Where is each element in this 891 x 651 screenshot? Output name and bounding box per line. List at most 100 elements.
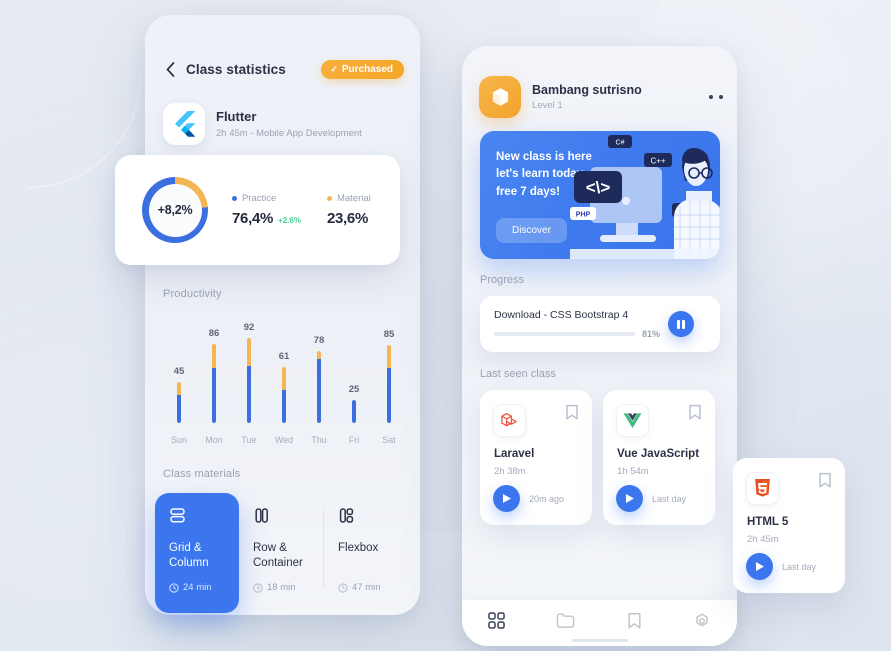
flutter-logo xyxy=(163,103,205,145)
card-bottom-row: Last day xyxy=(616,485,686,512)
class-duration: 1h 54m xyxy=(617,466,649,477)
chart-x-label: Sat xyxy=(382,435,396,445)
settings-gear-icon[interactable] xyxy=(693,612,711,635)
class-name: Vue JavaScript xyxy=(617,448,700,460)
progress-percent: 81% xyxy=(641,329,660,339)
avatar[interactable] xyxy=(479,76,521,118)
chart-bar-material xyxy=(212,343,216,368)
class-last-seen: 20m ago xyxy=(529,493,565,504)
stat-practice-label: Practice xyxy=(242,193,277,204)
material-dot-icon xyxy=(326,196,332,201)
donut-center: +8,2% xyxy=(148,183,202,237)
class-card-laravel[interactable]: Laravel 2h 38m 20m ago xyxy=(480,390,592,525)
chart-x-label: Thu xyxy=(311,435,327,445)
chart-bar-value: 85 xyxy=(383,328,395,340)
chevron-left-icon[interactable] xyxy=(162,61,178,77)
class-duration: 2h 45m xyxy=(747,534,779,545)
pause-icon[interactable] xyxy=(668,311,694,337)
chart-bar-material xyxy=(247,338,251,366)
progress-bar-row: 81% xyxy=(494,329,660,339)
bookmark-icon[interactable] xyxy=(565,404,579,426)
svg-text:PHP: PHP xyxy=(576,212,591,219)
material-name: Flexbox xyxy=(338,542,379,554)
play-icon[interactable] xyxy=(746,553,773,580)
productivity-section-title: Productivity xyxy=(163,288,222,300)
play-icon[interactable] xyxy=(616,485,643,512)
bottom-navigation xyxy=(462,600,737,646)
flex-split-icon xyxy=(338,507,396,529)
chart-bar-practice xyxy=(282,389,286,423)
card-top-row xyxy=(616,404,702,437)
chart-bar-value: 45 xyxy=(173,365,185,377)
stats-legend: Practice 76,4% +2.6% Material 23,6% xyxy=(232,193,371,227)
chart-x-label: Sun xyxy=(170,435,187,445)
card-top-row xyxy=(493,404,579,437)
chart-bar: 25 xyxy=(342,384,366,423)
bookmark-icon[interactable] xyxy=(818,472,832,494)
class-duration: 2h 38m xyxy=(494,466,526,477)
clock-icon xyxy=(253,582,263,593)
chart-x-label: Fri xyxy=(348,435,360,445)
chart-bar: 45 xyxy=(167,366,191,423)
stat-practice-value: 76,4% xyxy=(232,210,274,227)
material-card-flexbox[interactable]: Flexbox 47 min xyxy=(324,493,408,613)
material-duration: 24 min xyxy=(183,582,212,593)
status-badge-purchased[interactable]: ✓ Purchased xyxy=(321,59,404,79)
play-icon[interactable] xyxy=(493,485,520,512)
user-level: Level 1 xyxy=(532,100,563,111)
stat-practice-label-row: Practice xyxy=(232,193,301,204)
material-name: Grid & Column xyxy=(169,542,209,569)
class-card-vue[interactable]: Vue JavaScript 1h 54m Last day xyxy=(603,390,715,525)
clock-icon xyxy=(169,582,179,593)
chart-bar-stack xyxy=(352,400,356,423)
svg-text:C#: C# xyxy=(616,140,625,147)
chart-bar-practice xyxy=(177,395,181,423)
home-indicator xyxy=(571,639,628,642)
stat-material: Material 23,6% xyxy=(326,193,371,227)
folder-icon[interactable] xyxy=(556,612,575,634)
grid-icon[interactable] xyxy=(487,612,505,634)
material-card-grid-column[interactable]: Grid & Column 24 min xyxy=(155,493,239,613)
html5-logo xyxy=(746,472,779,505)
bookmark-icon[interactable] xyxy=(688,404,702,426)
chart-bar-practice xyxy=(387,367,391,423)
course-text: Flutter 2h 45m - Mobile App Development xyxy=(216,109,362,139)
laravel-logo xyxy=(493,404,526,437)
chart-bar-value: 61 xyxy=(278,350,290,362)
chart-bar-value: 25 xyxy=(348,384,360,395)
last-seen-section-title: Last seen class xyxy=(480,368,556,380)
cube-icon xyxy=(492,87,508,106)
chart-x-label: Tue xyxy=(241,435,257,445)
chart-x-label: Mon xyxy=(205,435,223,445)
chart-bar-stack xyxy=(387,344,391,423)
chart-bar-stack xyxy=(177,381,181,423)
chart-bar-value: 78 xyxy=(313,335,325,347)
progress-track[interactable] xyxy=(494,332,635,336)
class-last-seen: Last day xyxy=(652,493,687,504)
bookmark-icon[interactable] xyxy=(627,612,642,635)
course-row[interactable]: Flutter 2h 45m - Mobile App Development xyxy=(163,103,362,145)
material-card-row-container[interactable]: Row & Container 18 min xyxy=(239,493,323,613)
svg-text:C++: C++ xyxy=(650,156,665,165)
chart-bar-practice xyxy=(247,365,251,423)
materials-section-title: Class materials xyxy=(163,468,241,480)
class-card-html5[interactable]: HTML 5 2h 45m Last day xyxy=(733,458,845,593)
page-title: Class statistics xyxy=(186,61,286,77)
last-seen-list: Laravel 2h 38m 20m ago Vue JavaScript 1h… xyxy=(480,390,715,525)
stat-material-label-row: Material xyxy=(326,193,371,204)
chart-bar-stack xyxy=(317,351,321,423)
chart-bar-value: 92 xyxy=(243,322,255,334)
discover-button[interactable]: Discover xyxy=(496,218,567,243)
productivity-chart: 45 Sun 86 Mon 92 Tue 61 Wed 78 Thu 25 Fri 85 Sat xyxy=(155,315,410,445)
statistics-card: +8,2% Practice 76,4% +2.6% Material 23,6… xyxy=(115,155,400,265)
vue-logo xyxy=(616,404,649,437)
promo-banner[interactable]: New class is here let's learn today free… xyxy=(480,131,720,259)
donut-chart: +8,2% xyxy=(142,177,208,243)
chart-bar-value: 86 xyxy=(208,327,220,339)
chart-bar-stack xyxy=(282,366,286,423)
chart-bar-stack xyxy=(247,338,251,423)
more-dots-icon[interactable] xyxy=(709,95,723,99)
chart-bar-material xyxy=(282,366,286,390)
progress-info: Download - CSS Bootstrap 4 81% xyxy=(494,309,660,339)
svg-text:<\>: <\> xyxy=(586,178,611,197)
